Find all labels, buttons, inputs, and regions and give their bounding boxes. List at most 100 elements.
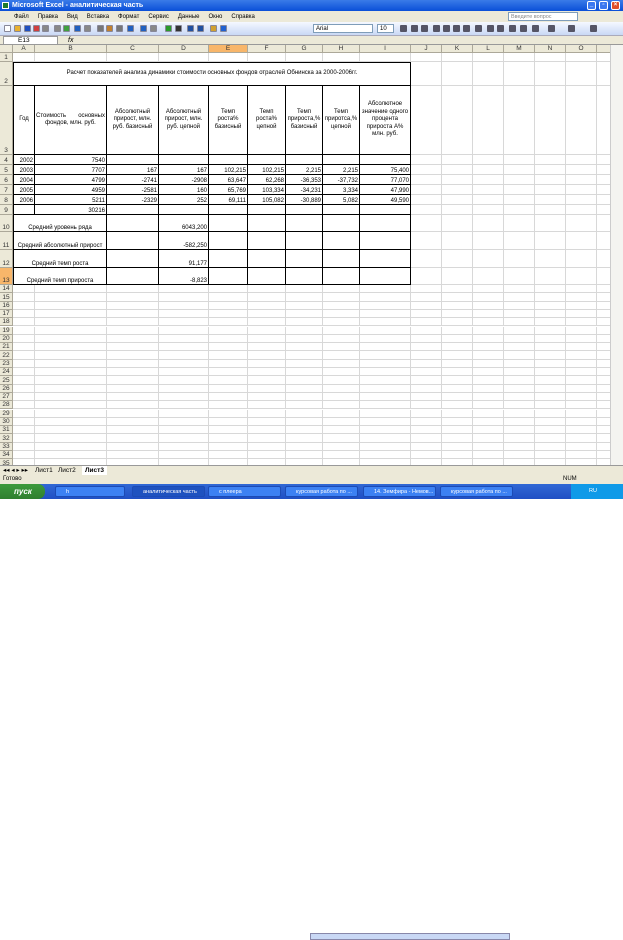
cell[interactable] [107,232,159,250]
cell[interactable] [360,351,411,360]
cell[interactable] [473,409,504,418]
row-header[interactable]: 7 [0,185,13,195]
data-cell[interactable] [107,205,159,215]
cell[interactable] [566,384,597,393]
cell[interactable] [13,434,35,443]
cell[interactable] [411,376,442,385]
cell[interactable] [286,53,323,62]
cell[interactable] [535,401,566,410]
cell[interactable] [504,250,535,268]
cell[interactable] [535,301,566,310]
column-header-h[interactable]: H [323,45,360,53]
cell[interactable] [159,368,209,377]
cell[interactable] [209,442,248,451]
data-cell[interactable] [286,155,323,165]
cell[interactable] [35,426,107,435]
cell[interactable] [597,205,610,215]
cell[interactable] [473,359,504,368]
cell[interactable] [473,205,504,215]
cell[interactable] [442,86,473,155]
cell[interactable] [473,155,504,165]
cell[interactable] [323,351,360,360]
year-cell[interactable] [13,205,35,215]
cell[interactable] [535,185,566,195]
cell[interactable] [566,293,597,302]
task-item[interactable]: с плеера [208,486,281,497]
cell[interactable] [286,451,323,460]
data-cell[interactable]: -30,889 [286,195,323,205]
row-header[interactable]: 30 [0,417,13,427]
cell[interactable] [323,376,360,385]
cell[interactable] [286,368,323,377]
toolbar-button-icon[interactable] [187,25,194,32]
cell[interactable] [442,165,473,175]
cell[interactable] [473,392,504,402]
cell[interactable] [504,442,535,451]
format-button-icon[interactable] [411,25,418,32]
cell[interactable] [597,155,610,165]
cell[interactable] [473,309,504,319]
cell[interactable] [286,392,323,402]
cell[interactable] [597,368,610,377]
format-button-icon[interactable] [590,25,597,32]
cell[interactable] [107,351,159,360]
cell[interactable] [107,250,159,268]
column-header-o[interactable]: O [566,45,597,53]
cell[interactable] [597,393,610,402]
cell[interactable] [107,368,159,377]
cell[interactable] [535,232,566,250]
summary-value[interactable]: 6043,200 [159,215,209,232]
cell[interactable] [360,309,411,319]
cell[interactable] [35,309,107,319]
row-header[interactable]: 10 [0,215,13,232]
cell[interactable] [535,53,566,62]
cell[interactable] [286,409,323,418]
cell[interactable] [159,392,209,402]
data-cell[interactable]: 75,400 [360,165,411,175]
data-cell[interactable]: 30216 [35,205,107,215]
cell[interactable] [159,384,209,393]
cell[interactable] [209,250,248,268]
cell[interactable] [411,205,442,215]
cell[interactable] [286,359,323,368]
cell[interactable] [473,401,504,410]
cell[interactable] [323,250,360,268]
toolbar-button-icon[interactable] [4,25,11,32]
fx-icon[interactable]: fx [68,36,73,45]
cell[interactable] [13,318,35,327]
cell[interactable] [597,175,610,185]
cell[interactable] [473,165,504,175]
cell[interactable] [504,195,535,205]
format-button-icon[interactable] [475,25,482,32]
cell[interactable] [597,185,610,195]
data-cell[interactable]: 7540 [35,155,107,165]
cell[interactable] [286,334,323,344]
cell[interactable] [566,53,597,62]
cell[interactable] [566,250,597,268]
cell[interactable] [209,351,248,360]
cell[interactable] [13,301,35,310]
data-cell[interactable] [159,205,209,215]
cell[interactable] [442,417,473,427]
cell[interactable] [248,417,286,427]
cell[interactable] [159,53,209,62]
cell[interactable] [411,426,442,435]
cell[interactable] [411,434,442,443]
cell[interactable] [159,442,209,451]
cell[interactable] [535,215,566,232]
data-cell[interactable]: -2741 [107,175,159,185]
cell[interactable] [473,442,504,451]
cell[interactable] [107,392,159,402]
cell[interactable] [442,309,473,319]
cell[interactable] [286,232,323,250]
cell[interactable] [159,334,209,344]
cell[interactable] [248,392,286,402]
cell[interactable] [360,409,411,418]
cell[interactable] [566,417,597,427]
cell[interactable] [323,334,360,344]
cell[interactable] [107,326,159,335]
cell[interactable] [209,376,248,385]
cell[interactable] [566,334,597,344]
row-header[interactable]: 21 [0,343,13,352]
cell[interactable] [35,285,107,294]
